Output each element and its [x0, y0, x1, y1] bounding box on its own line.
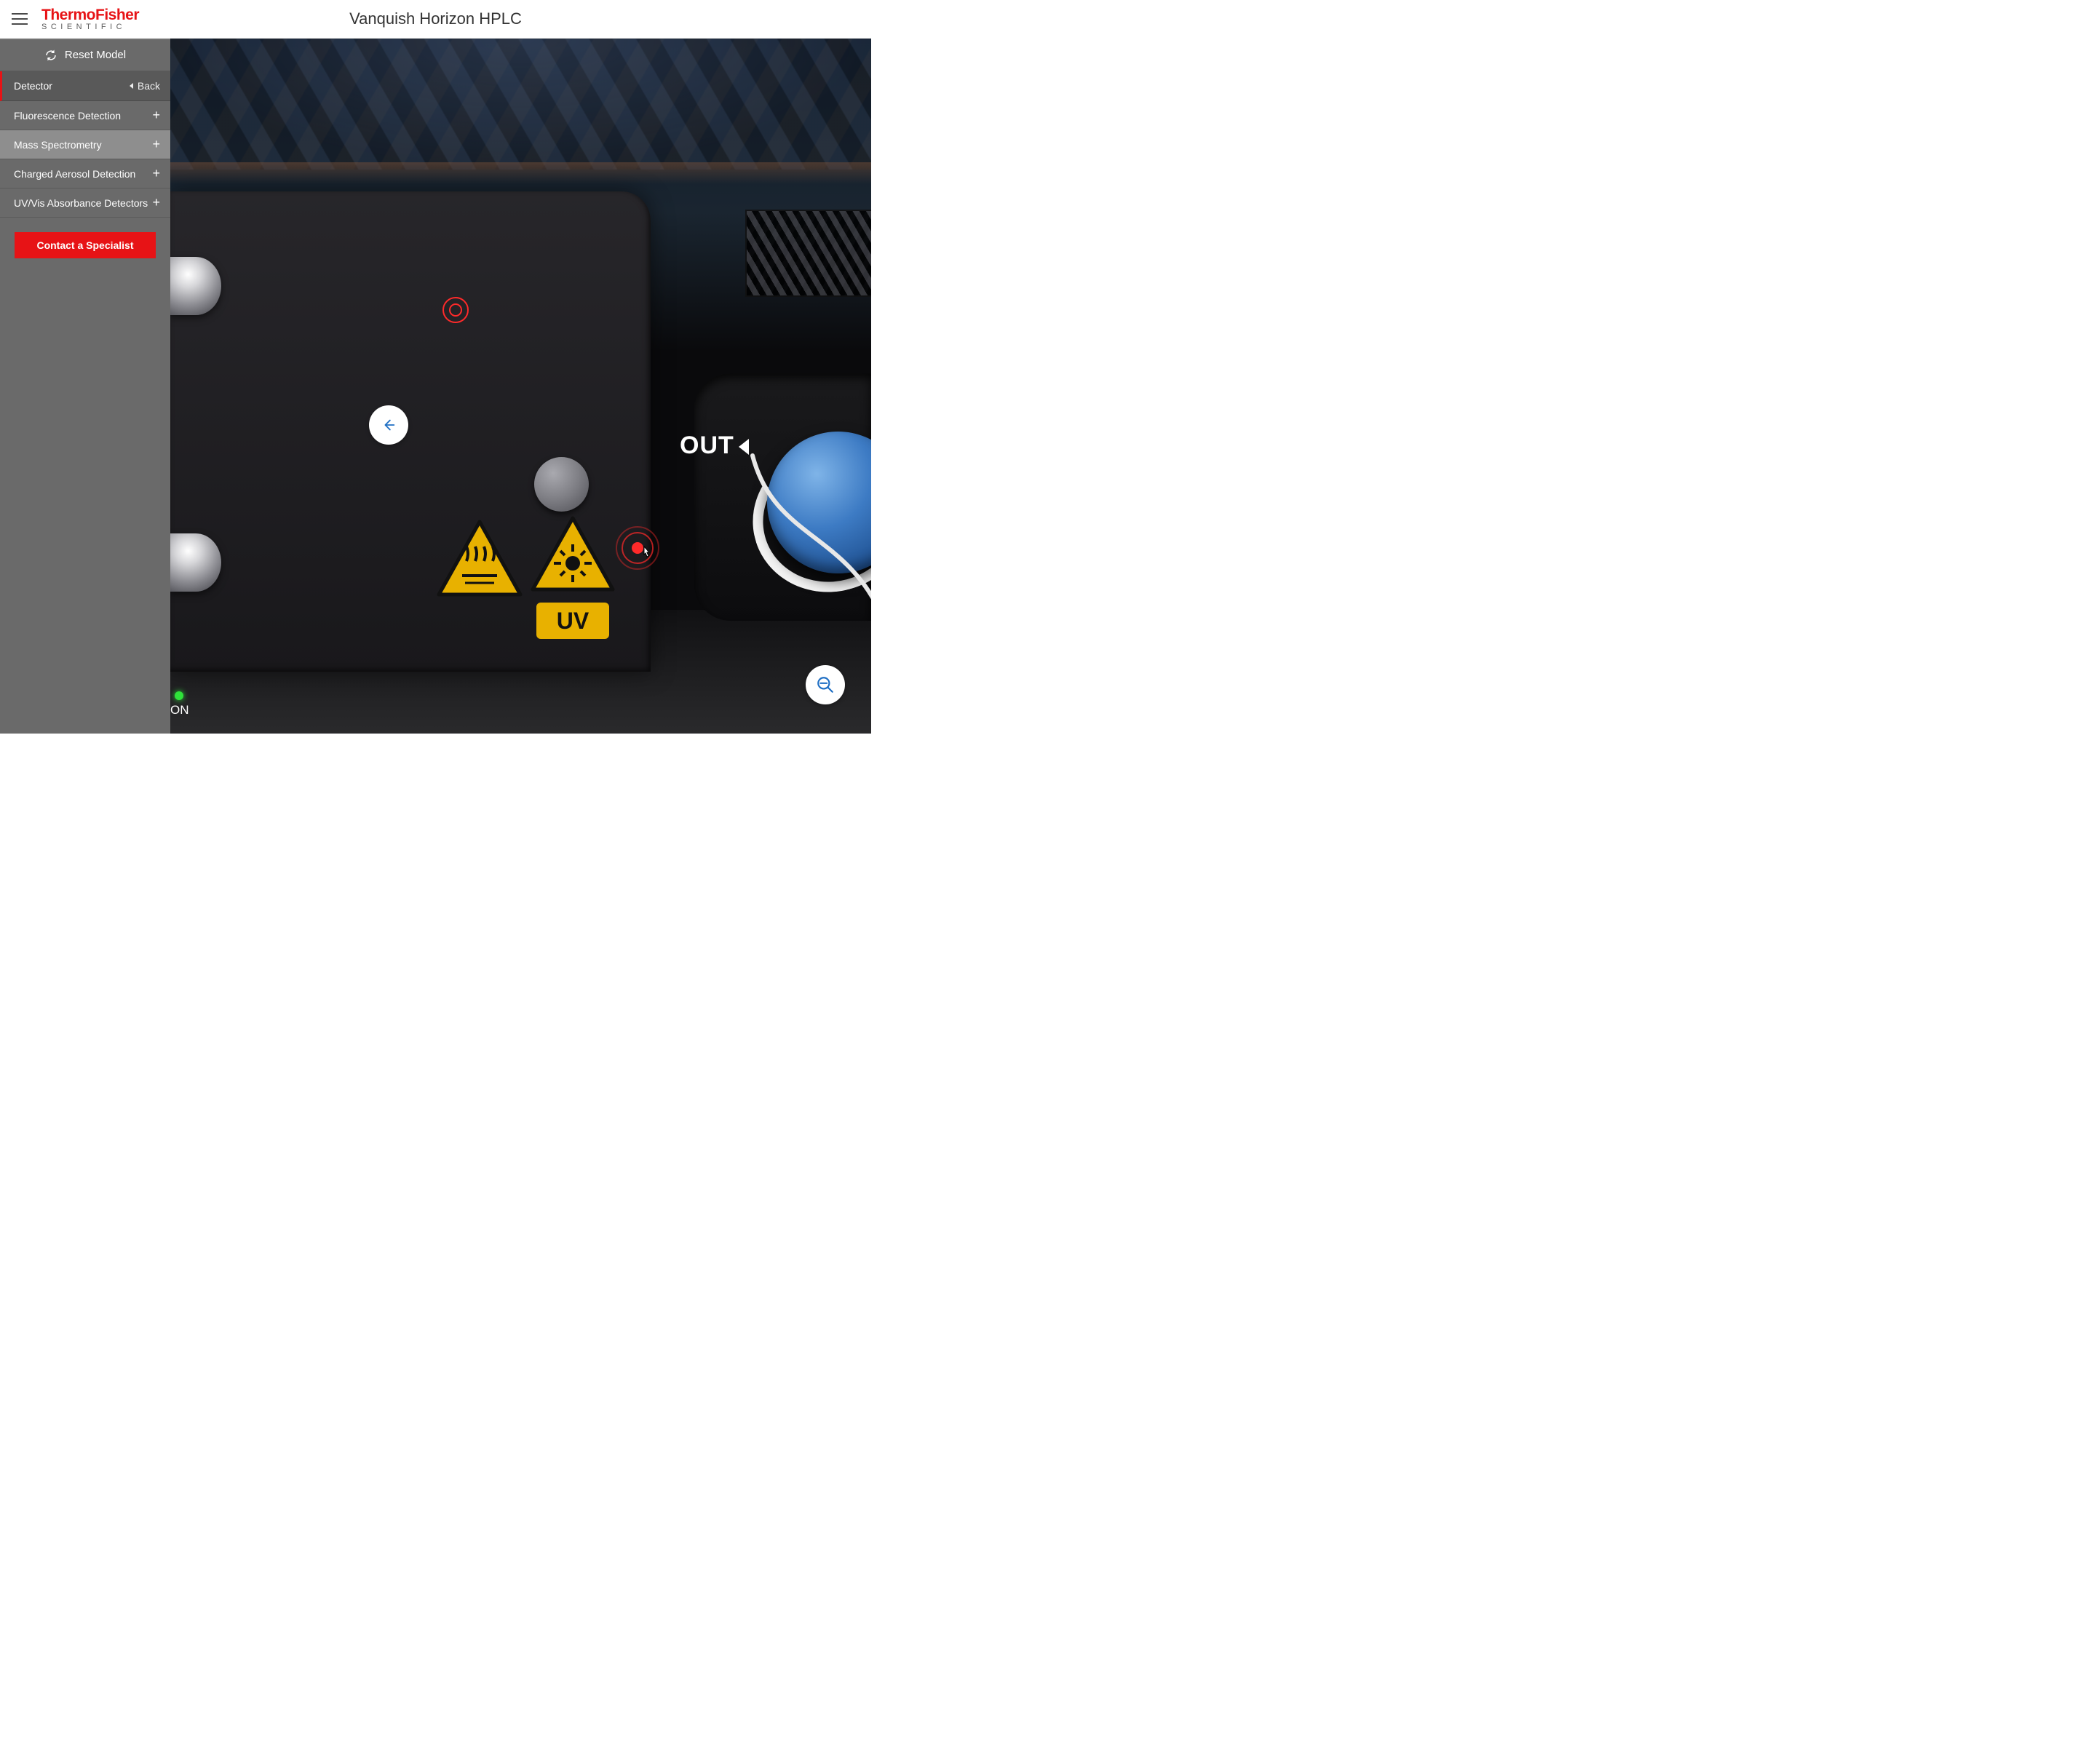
- sidebar-item-label: Fluorescence Detection: [14, 110, 121, 122]
- expand-icon: +: [152, 108, 160, 123]
- main-area: Reset Model Detector Back Fluorescence D…: [0, 39, 871, 734]
- hotspot-marker-active[interactable]: [616, 526, 659, 570]
- sidebar-item-uvvis[interactable]: UV/Vis Absorbance Detectors +: [0, 188, 170, 218]
- sidebar-item-charged-aerosol[interactable]: Charged Aerosol Detection +: [0, 159, 170, 188]
- prev-view-button[interactable]: [369, 405, 408, 445]
- chrome-post: [170, 257, 221, 315]
- grey-knob: [534, 457, 589, 512]
- caret-left-icon: [130, 83, 133, 89]
- nav-section-title: Detector: [14, 80, 52, 92]
- power-led: [175, 691, 183, 700]
- logo-secondary: SCIENTIFIC: [41, 23, 139, 31]
- expand-icon: +: [152, 137, 160, 152]
- zoom-out-icon: [816, 675, 835, 694]
- hot-surface-warning-icon: [436, 519, 523, 597]
- sidebar: Reset Model Detector Back Fluorescence D…: [0, 39, 170, 734]
- sidebar-item-label: Charged Aerosol Detection: [14, 168, 135, 180]
- sidebar-item-mass-spectrometry[interactable]: Mass Spectrometry +: [0, 130, 170, 159]
- menu-button[interactable]: [0, 0, 39, 39]
- device-panel: [170, 191, 651, 672]
- zoom-out-button[interactable]: [806, 665, 845, 704]
- arrow-left-icon: [381, 417, 397, 433]
- cta-label: Contact a Specialist: [36, 239, 133, 251]
- reset-label: Reset Model: [65, 49, 126, 61]
- uv-radiation-warning-icon: [530, 515, 616, 592]
- sidebar-item-label: Mass Spectrometry: [14, 139, 102, 151]
- out-label: OUT: [680, 432, 749, 460]
- contact-specialist-button[interactable]: Contact a Specialist: [15, 232, 156, 258]
- expand-icon: +: [152, 166, 160, 181]
- logo-primary: ThermoFisher: [41, 7, 139, 23]
- sidebar-item-label: UV/Vis Absorbance Detectors: [14, 197, 148, 209]
- nav-section-header: Detector Back: [0, 71, 170, 101]
- refresh-icon: [44, 49, 57, 62]
- expand-icon: +: [152, 195, 160, 210]
- page-title: Vanquish Horizon HPLC: [349, 9, 522, 28]
- back-label: Back: [138, 80, 160, 92]
- brand-logo: ThermoFisher SCIENTIFIC: [41, 7, 139, 31]
- hotspot-marker[interactable]: [442, 297, 469, 323]
- back-button[interactable]: Back: [130, 80, 160, 92]
- reset-model-button[interactable]: Reset Model: [0, 39, 170, 71]
- uv-badge: UV: [536, 603, 609, 639]
- vent-grille: [745, 210, 871, 297]
- chrome-post: [170, 533, 221, 592]
- tubing-cable: [745, 452, 871, 641]
- app-header: ThermoFisher SCIENTIFIC Vanquish Horizon…: [0, 0, 871, 39]
- menu-icon: [12, 13, 28, 25]
- power-label: ON: [170, 703, 189, 718]
- ceiling-decor: [170, 39, 871, 170]
- sidebar-item-fluorescence[interactable]: Fluorescence Detection +: [0, 101, 170, 130]
- model-viewer[interactable]: OUT LOCK UV ON: [170, 39, 871, 734]
